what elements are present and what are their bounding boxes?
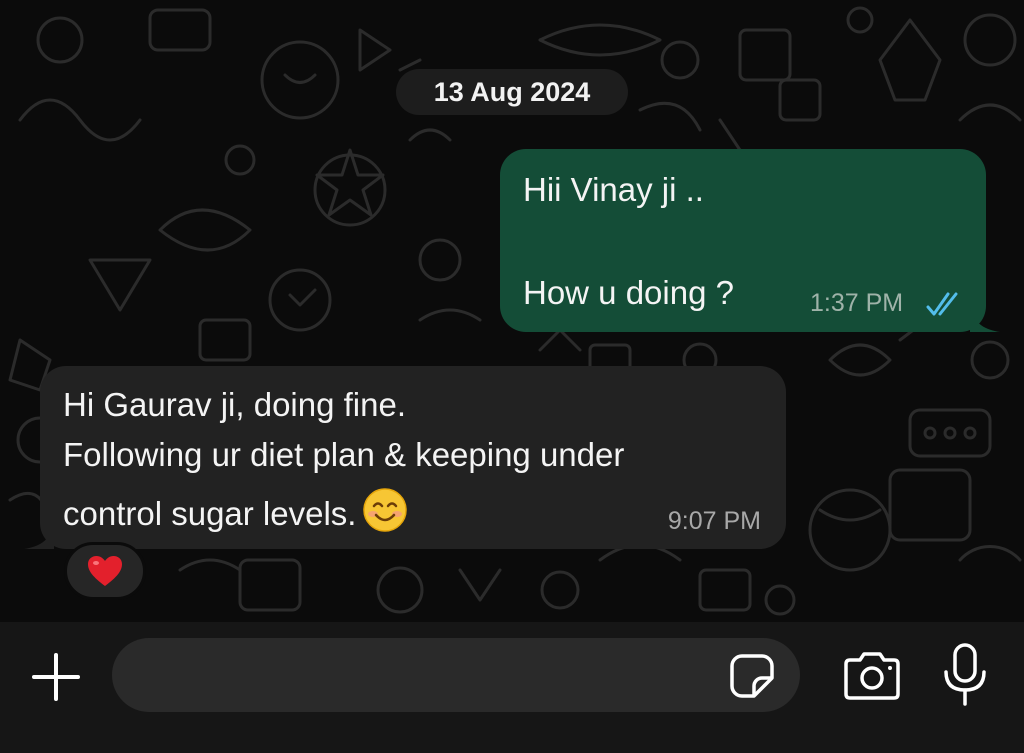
message-input-container xyxy=(112,638,800,714)
double-check-icon xyxy=(926,292,958,316)
message-text-line: How u doing ? xyxy=(523,274,734,311)
microphone-icon[interactable] xyxy=(940,642,990,708)
red-heart-icon xyxy=(88,556,122,586)
composer-bar xyxy=(0,622,1024,753)
message-text-line: Hii Vinay ji .. xyxy=(523,171,704,208)
message-reaction[interactable] xyxy=(64,542,146,600)
message-text-fragment: control sugar levels. xyxy=(63,495,357,532)
bubble-tail xyxy=(24,525,54,549)
message-text-line: Following ur diet plan & keeping under xyxy=(63,436,625,473)
chat-screen: 13 Aug 2024 Hii Vinay ji .. How u doing … xyxy=(0,0,1024,753)
plus-icon[interactable] xyxy=(28,649,84,705)
message-text-line: control sugar levels. xyxy=(63,487,408,534)
message-timestamp: 9:07 PM xyxy=(667,507,761,535)
message-input[interactable] xyxy=(134,638,718,714)
smiling-face-icon xyxy=(363,488,408,532)
outgoing-message-bubble[interactable]: Hii Vinay ji .. How u doing ? 1:37 PM xyxy=(500,149,1000,332)
sticker-icon[interactable] xyxy=(728,652,776,700)
incoming-message-bubble[interactable]: Hi Gaurav ji, doing fine. Following ur d… xyxy=(24,366,786,549)
message-timestamp: 1:37 PM xyxy=(810,289,904,317)
message-text-line: Hi Gaurav ji, doing fine. xyxy=(63,386,407,423)
bubble-tail xyxy=(970,308,1000,332)
camera-icon[interactable] xyxy=(842,650,902,702)
date-separator: 13 Aug 2024 xyxy=(396,69,628,115)
